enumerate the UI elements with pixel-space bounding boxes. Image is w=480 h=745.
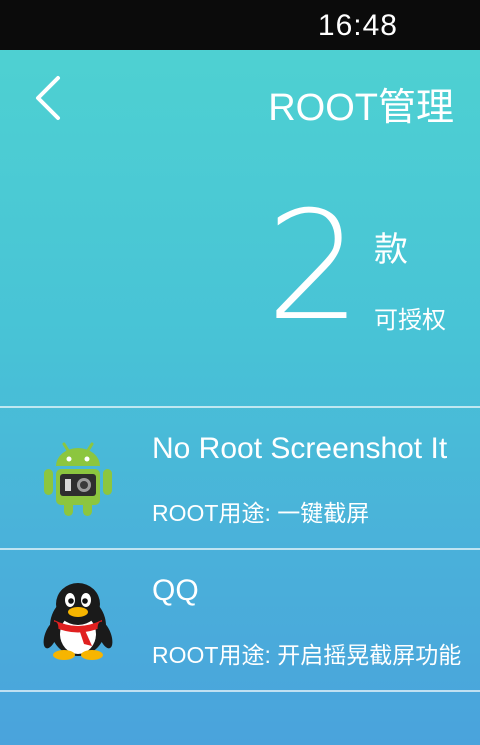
app-purpose: ROOT用途: 开启摇晃截屏功能 (152, 642, 462, 668)
chevron-left-icon (36, 76, 60, 120)
app-name: QQ (152, 574, 199, 607)
qq-penguin-icon (43, 583, 113, 660)
app-list: No Root Screenshot It ROOT用途: 一键截屏 QQ RO… (0, 406, 480, 692)
header: ROOT管理 (0, 50, 480, 146)
status-bar: 16:48 (0, 0, 480, 50)
count-unit: 款 (374, 231, 408, 269)
app-name: No Root Screenshot It (152, 432, 448, 465)
app-purpose: ROOT用途: 一键截屏 (152, 500, 370, 526)
authorizable-summary: 2 款 可授权 (0, 192, 480, 350)
android-camera-icon (44, 442, 112, 516)
list-item[interactable]: QQ ROOT用途: 开启摇晃截屏功能 (0, 550, 480, 690)
page-title: ROOT管理 (268, 87, 454, 129)
back-button[interactable] (24, 70, 74, 126)
authorizable-count: 2 (266, 180, 362, 354)
status-time: 16:48 (317, 9, 398, 42)
divider (0, 690, 480, 692)
list-item[interactable]: No Root Screenshot It ROOT用途: 一键截屏 (0, 408, 480, 548)
count-label: 可授权 (374, 307, 446, 334)
